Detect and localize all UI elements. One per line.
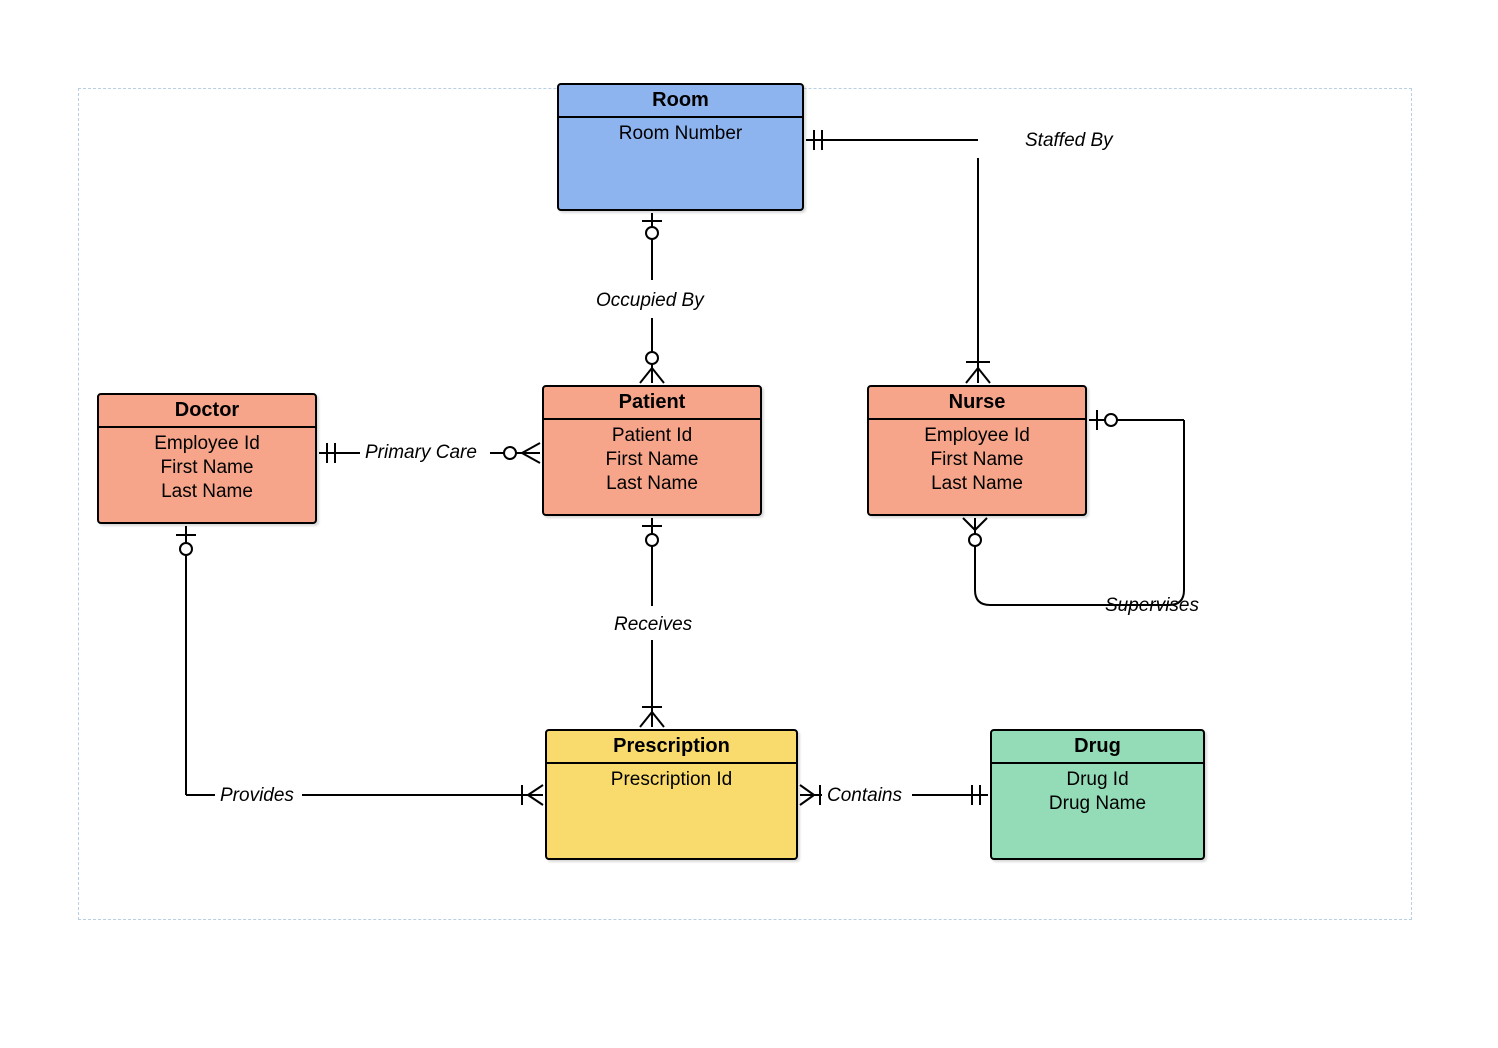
- entity-nurse-title: Nurse: [869, 387, 1085, 420]
- label-provides: Provides: [220, 785, 294, 807]
- entity-drug-title: Drug: [992, 731, 1203, 764]
- entity-doctor-title: Doctor: [99, 395, 315, 428]
- label-contains: Contains: [827, 785, 902, 807]
- entity-doctor-attrs: Employee Id First Name Last Name: [99, 428, 315, 509]
- label-occupied-by: Occupied By: [596, 290, 704, 312]
- label-primary-care: Primary Care: [365, 442, 477, 464]
- entity-drug[interactable]: Drug Drug Id Drug Name: [990, 729, 1205, 860]
- label-supervises: Supervises: [1105, 595, 1199, 617]
- entity-prescription-title: Prescription: [547, 731, 796, 764]
- entity-prescription[interactable]: Prescription Prescription Id: [545, 729, 798, 860]
- entity-patient-attrs: Patient Id First Name Last Name: [544, 420, 760, 501]
- entity-patient-title: Patient: [544, 387, 760, 420]
- entity-patient[interactable]: Patient Patient Id First Name Last Name: [542, 385, 762, 516]
- entity-nurse-attrs: Employee Id First Name Last Name: [869, 420, 1085, 501]
- entity-nurse[interactable]: Nurse Employee Id First Name Last Name: [867, 385, 1087, 516]
- entity-prescription-attrs: Prescription Id: [547, 764, 796, 798]
- entity-drug-attrs: Drug Id Drug Name: [992, 764, 1203, 822]
- entity-room-title: Room: [559, 85, 802, 118]
- label-receives: Receives: [614, 614, 692, 636]
- label-staffed-by: Staffed By: [1025, 130, 1113, 152]
- entity-room[interactable]: Room Room Number: [557, 83, 804, 211]
- entity-room-attrs: Room Number: [559, 118, 802, 152]
- entity-doctor[interactable]: Doctor Employee Id First Name Last Name: [97, 393, 317, 524]
